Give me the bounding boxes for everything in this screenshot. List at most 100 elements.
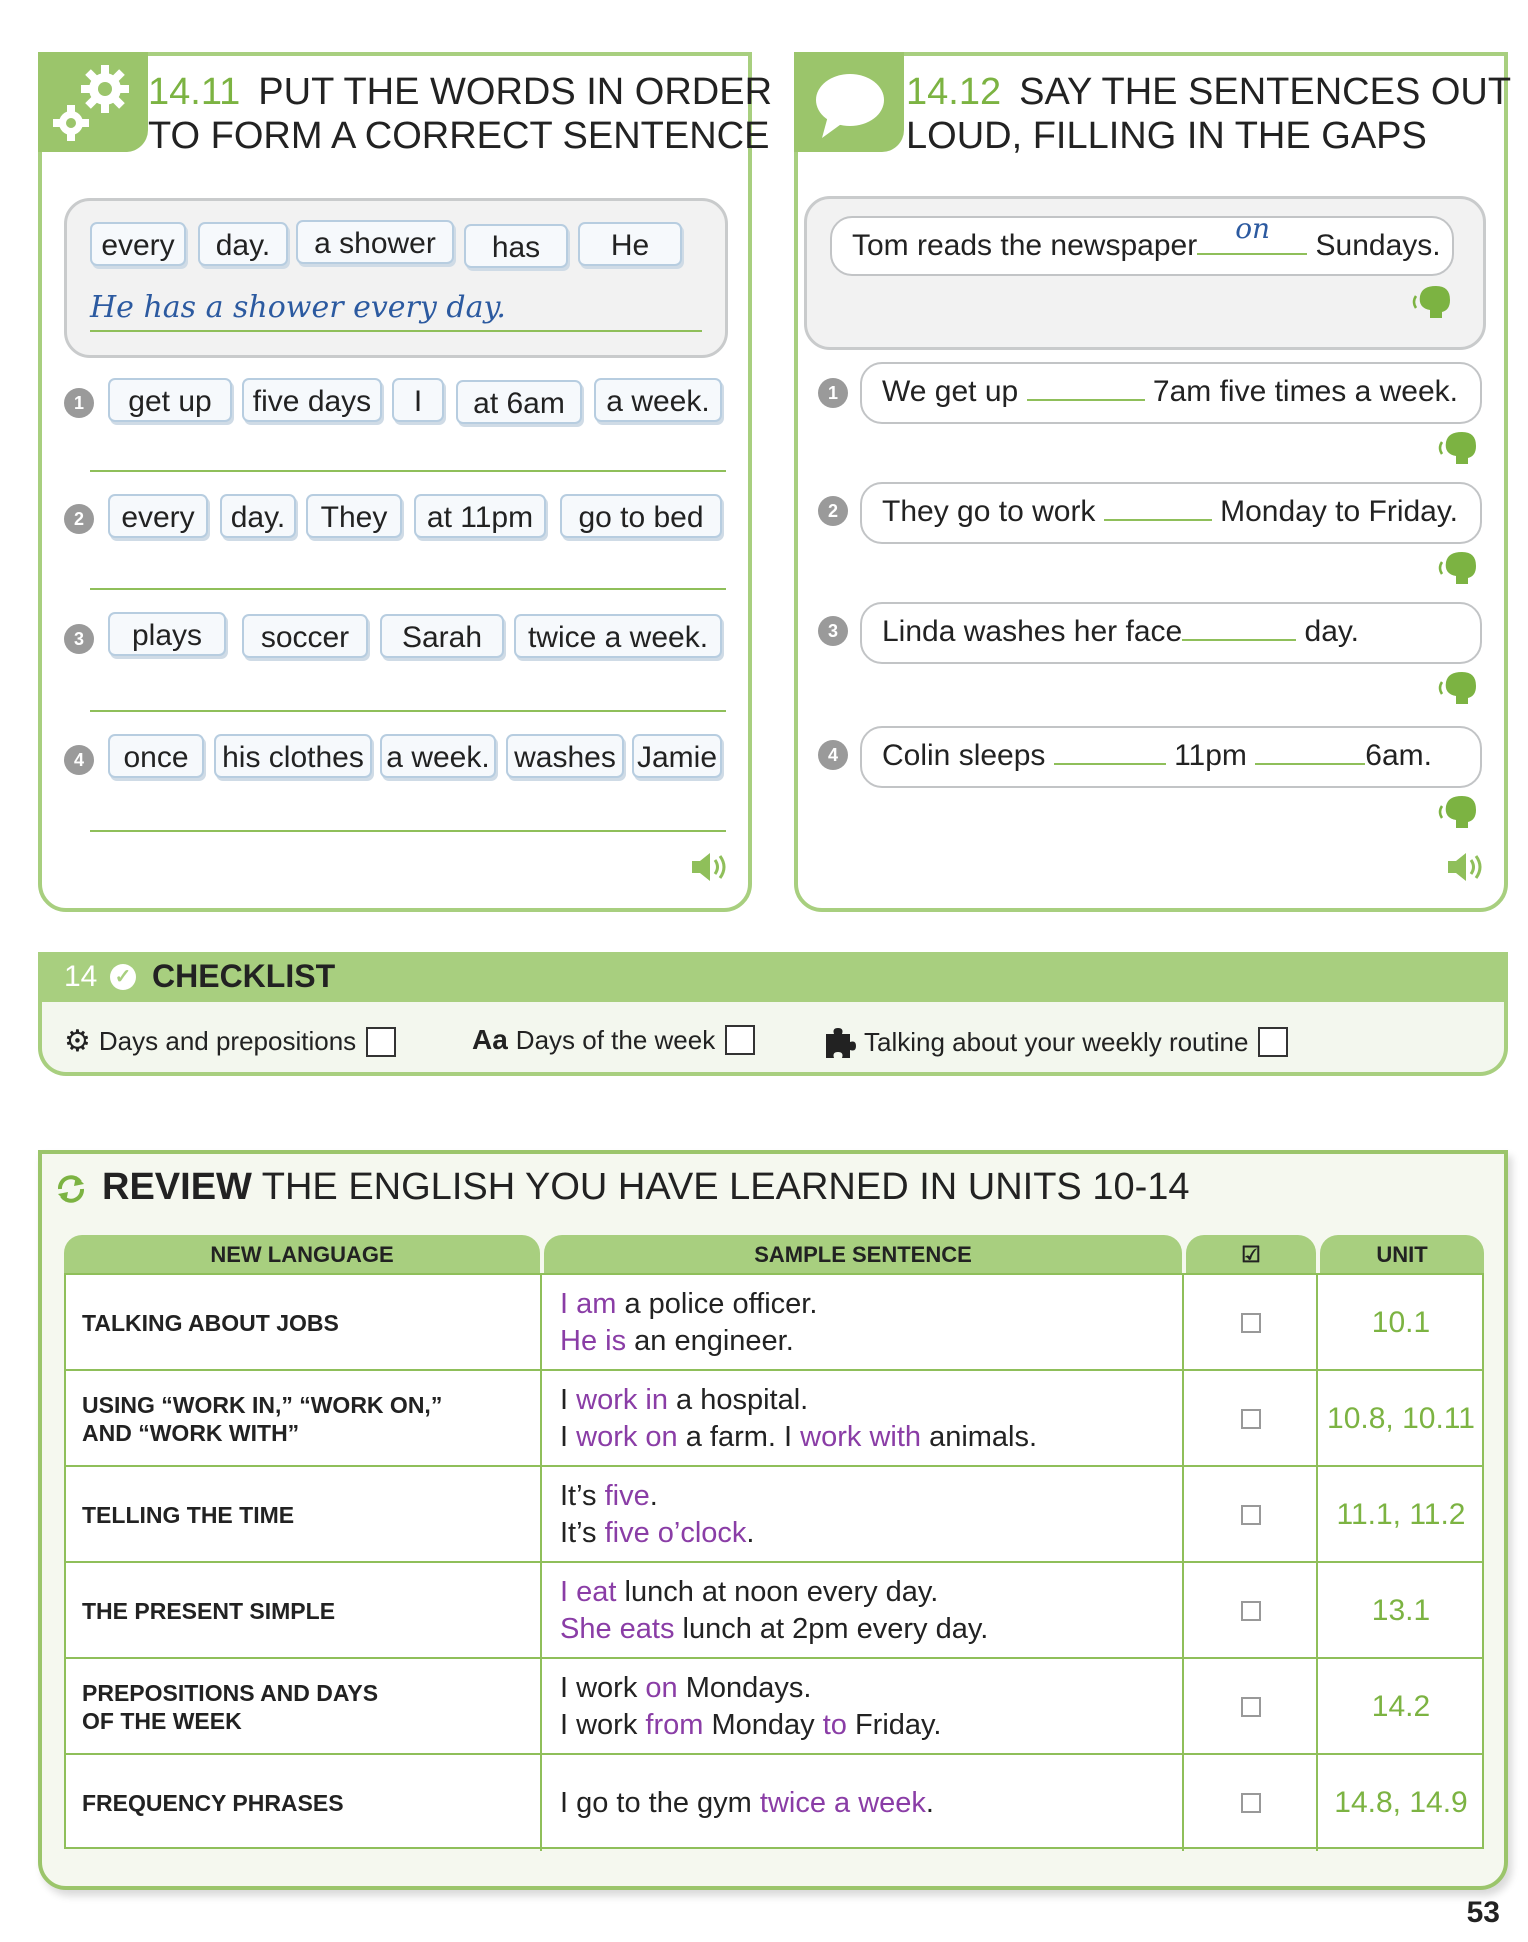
sentence-end — [1307, 229, 1315, 262]
answer-line[interactable] — [90, 470, 726, 472]
sentence-line: He is an engineer. — [560, 1323, 1182, 1360]
sentence-text: lunch at 2pm every day. — [674, 1613, 989, 1645]
sentence-part: Colin sleeps — [882, 739, 1054, 772]
item-number: 3 — [64, 624, 94, 654]
language-line: USING “WORK IN,” “WORK ON,” — [82, 1392, 443, 1418]
checkbox[interactable] — [1241, 1793, 1261, 1813]
word-tile[interactable]: a shower — [296, 220, 454, 264]
checkbox[interactable] — [1241, 1409, 1261, 1429]
word-tile[interactable]: once — [108, 734, 204, 778]
unit-cell: 10.8, 10.11 — [1327, 1402, 1475, 1435]
unit-cell: 13.1 — [1371, 1594, 1431, 1627]
sentence-cell: I work on Mondays. I work from Monday to … — [544, 1659, 1184, 1755]
word-tile[interactable]: They — [306, 494, 402, 538]
highlighted-phrase: five o’clock — [604, 1517, 747, 1549]
sentence-bubble: Linda washes her face day. — [860, 602, 1482, 664]
sentence-cell: I eat lunch at noon every day. She eats l… — [544, 1563, 1184, 1659]
checkbox[interactable] — [1241, 1505, 1261, 1525]
sentence-line: I work on a farm. I work with animals. — [560, 1419, 1182, 1456]
checkbox[interactable] — [725, 1025, 756, 1055]
speaking-head-icon — [1438, 432, 1476, 464]
checkbox[interactable] — [366, 1026, 397, 1057]
checkbox[interactable] — [1241, 1697, 1261, 1717]
sentence-text: a police officer. — [616, 1288, 818, 1320]
answer-line — [90, 330, 702, 332]
language-line: AND “WORK WITH” — [82, 1420, 300, 1446]
title-line1: SAY THE SENTENCES OUT — [1019, 71, 1512, 113]
word-tile[interactable]: at 11pm — [414, 494, 546, 538]
language-cell: USING “WORK IN,” “WORK ON,” AND “WORK WIT… — [66, 1371, 542, 1467]
check-cell — [1186, 1563, 1318, 1659]
word-tile[interactable]: Sarah — [380, 614, 504, 658]
checkbox[interactable] — [1241, 1313, 1261, 1333]
page-number: 53 — [1466, 1896, 1500, 1929]
sentence-bubble: They go to work Monday to Friday. — [860, 482, 1482, 544]
sentence-part: day. — [1296, 615, 1360, 648]
gap-input[interactable] — [1255, 733, 1366, 765]
col-header-language: NEW LANGUAGE — [64, 1235, 540, 1273]
table-row: USING “WORK IN,” “WORK ON,” AND “WORK WIT… — [64, 1369, 1484, 1467]
sentence-line: I work in a hospital. — [560, 1382, 1182, 1419]
sentence-text: I — [560, 1421, 577, 1453]
highlighted-phrase: He is — [560, 1325, 627, 1357]
gap-input[interactable] — [1053, 733, 1166, 765]
answer-line[interactable] — [90, 830, 726, 832]
answer-line[interactable] — [90, 710, 726, 712]
gap-input[interactable] — [1182, 609, 1297, 641]
word-tile[interactable]: soccer — [242, 614, 368, 658]
sentence-text: Monday — [703, 1709, 823, 1741]
word-tile[interactable]: I — [392, 378, 444, 422]
item-number: 1 — [818, 378, 848, 408]
gap-input[interactable] — [1026, 369, 1145, 401]
word-tile[interactable]: has — [464, 224, 568, 268]
checklist-item: ⚙ Days and prepositions — [64, 1024, 397, 1059]
unit-cell: 14.2 — [1371, 1690, 1431, 1723]
gears-icon — [53, 65, 129, 141]
gap-input[interactable] — [1103, 489, 1212, 521]
table-row: THE PRESENT SIMPLE I eat lunch at noon ev… — [64, 1561, 1484, 1659]
language-line: OF THE WEEK — [82, 1708, 242, 1734]
word-tile[interactable]: at 6am — [456, 380, 582, 424]
sentence-text: an engineer. — [626, 1325, 794, 1357]
sentence-line: I work on Mondays. — [560, 1670, 1182, 1707]
language-line: FREQUENCY PHRASES — [82, 1790, 344, 1816]
word-tile[interactable]: five days — [242, 378, 382, 422]
word-tile[interactable]: go to bed — [560, 494, 722, 538]
word-tile[interactable]: day. — [220, 494, 296, 538]
word-tile[interactable]: Jamie — [632, 734, 722, 778]
sentence-text: Friday. — [846, 1709, 942, 1741]
speech-badge — [794, 52, 904, 152]
unit-cell: 11.1, 11.2 — [1336, 1498, 1466, 1531]
checkbox[interactable] — [1241, 1601, 1261, 1621]
sentence-line: It’s five o’clock. — [560, 1515, 1182, 1552]
word-tile[interactable]: twice a week. — [514, 614, 722, 658]
word-tile[interactable]: a week. — [380, 734, 496, 778]
word-tile[interactable]: every — [90, 222, 186, 266]
speech-bubble-icon — [816, 74, 884, 138]
checklist-label: Days and prepositions — [98, 1026, 357, 1056]
answer-line[interactable] — [90, 588, 726, 590]
sentence-cell: I go to the gym twice a week. — [544, 1755, 1184, 1851]
word-tile[interactable]: washes — [506, 734, 624, 778]
word-tile[interactable]: a week. — [594, 378, 722, 422]
sentence-start: Tom reads the newspaper — [852, 229, 1198, 262]
sentence-text: a hospital. — [667, 1384, 809, 1416]
checkbox[interactable] — [1258, 1027, 1289, 1057]
highlighted-phrase: She eats — [560, 1613, 675, 1645]
word-tile[interactable]: every — [108, 494, 208, 538]
word-tile[interactable]: get up — [108, 378, 232, 422]
word-tile[interactable]: his clothes — [214, 734, 372, 778]
exercise-14-12-title: 14.12 SAY THE SENTENCES OUT LOUD, FILLING… — [906, 70, 1511, 158]
language-cell: TALKING ABOUT JOBS — [66, 1275, 542, 1371]
title-line1: PUT THE WORDS IN ORDER — [258, 71, 773, 113]
sentence-cell: I work in a hospital. I work on a farm. I… — [544, 1371, 1184, 1467]
sentence-text: . — [746, 1517, 755, 1549]
word-tile[interactable]: day. — [198, 222, 288, 266]
audio-icon[interactable] — [690, 850, 732, 884]
language-cell: FREQUENCY PHRASES — [66, 1755, 542, 1851]
unit-cell: 10.1 — [1371, 1306, 1431, 1339]
word-tile[interactable]: plays — [108, 612, 226, 656]
word-tile[interactable]: He — [578, 222, 682, 266]
audio-icon[interactable] — [1446, 850, 1488, 884]
highlighted-phrase: five — [604, 1480, 650, 1512]
